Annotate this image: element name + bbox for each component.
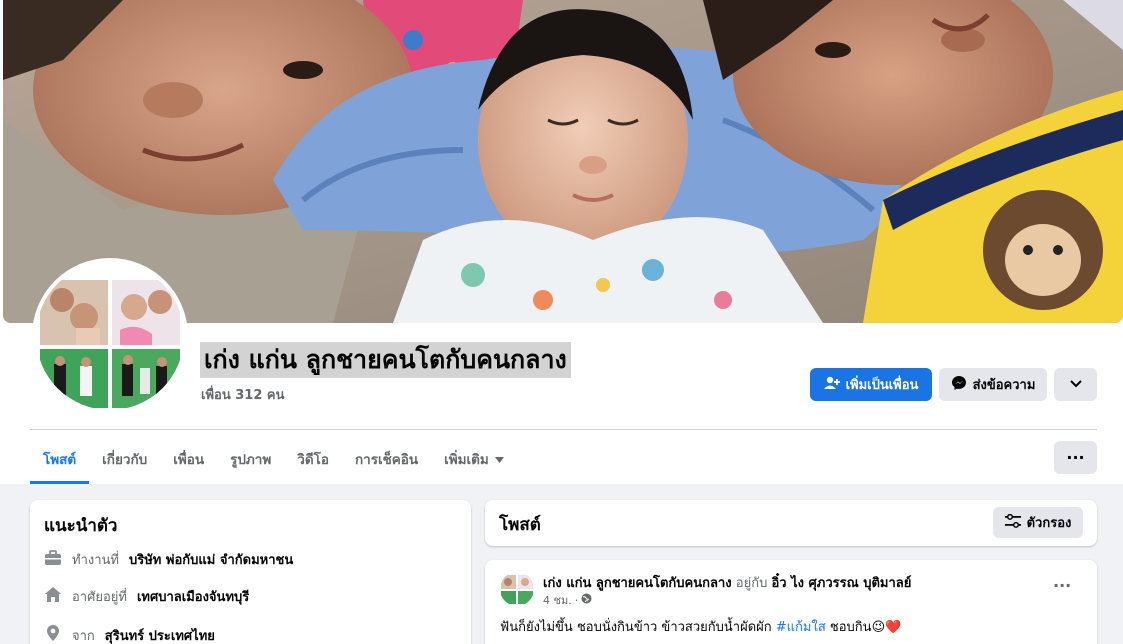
intro-lives-value[interactable]: เทศบาลเมืองจันทบุรี	[137, 586, 249, 607]
post-hashtag-link[interactable]: #แก้มใส	[776, 620, 826, 635]
profile-picture-collage	[36, 262, 184, 410]
tab-about[interactable]: เกี่ยวกับ	[89, 434, 160, 484]
location-pin-icon	[44, 624, 62, 644]
send-message-button[interactable]: ส่งข้อความ	[939, 368, 1047, 401]
tab-checkins[interactable]: การเช็คอิน	[342, 434, 431, 484]
chevron-down-icon	[1069, 377, 1082, 392]
profile-options-dropdown[interactable]	[1054, 368, 1097, 401]
intro-title: แนะนำตัว	[44, 516, 118, 536]
add-friend-icon	[823, 376, 840, 394]
tab-about-label: เกี่ยวกับ	[102, 452, 148, 468]
home-icon	[44, 586, 62, 607]
posts-header-card: โพสต์ ตัวกรอง	[485, 500, 1097, 546]
post-text-end: ชอบกิน😉❤️	[829, 620, 902, 635]
intro-card: แนะนำตัว ทำงานที่ บริษัท พ่อกับแม่ จำกัด…	[30, 500, 471, 644]
friends-count-link[interactable]: เพื่อน 312 คน	[201, 384, 284, 405]
more-options-label: ···	[1066, 448, 1085, 467]
post-with-word: อยู่กับ	[735, 576, 768, 591]
header-divider	[30, 429, 1097, 430]
filter-button[interactable]: ตัวกรอง	[993, 507, 1083, 538]
post-author-avatar[interactable]	[500, 572, 534, 606]
tab-videos[interactable]: วิดีโอ	[284, 434, 342, 484]
intro-lives-prefix: อาศัยอยู่ที่	[72, 590, 127, 605]
tab-photos[interactable]: รูปภาพ	[217, 434, 284, 484]
post-tagged-name[interactable]: อิ๋ว ไง ศุภวรรณ บุติมาลย์	[771, 576, 911, 591]
tab-more[interactable]: เพิ่มเติม	[431, 434, 517, 484]
post-meta: 4 ชม. ·	[543, 591, 592, 609]
tab-friends[interactable]: เพื่อน	[160, 434, 217, 484]
profile-tabs: โพสต์ เกี่ยวกับ เพื่อน รูปภาพ วิดีโอ การ…	[30, 434, 517, 484]
intro-work: ทำงานที่ บริษัท พ่อกับแม่ จำกัดมหาชน	[44, 549, 293, 570]
tab-videos-label: วิดีโอ	[297, 452, 329, 468]
add-friend-label: เพิ่มเป็นเพื่อน	[845, 378, 919, 393]
post-author-name[interactable]: เก่ง แก่น ลูกชายคนโตกับคนกลาง	[543, 576, 732, 591]
tab-posts[interactable]: โพสต์	[30, 434, 90, 484]
post-meta-dot: ·	[574, 593, 579, 607]
caret-down-icon	[494, 451, 504, 467]
post-header: เก่ง แก่น ลูกชายคนโตกับคนกลาง อยู่กับ อิ…	[543, 572, 911, 593]
intro-from-prefix: จาก	[72, 628, 95, 644]
intro-work-prefix: ทำงานที่	[72, 553, 119, 568]
tab-posts-label: โพสต์	[43, 452, 77, 468]
profile-picture[interactable]	[32, 258, 188, 414]
intro-from: จาก สุรินทร์ ประเทศไทย	[44, 624, 215, 644]
post-text: ฟันก็ยังไม่ขึ้น ชอบนั่งกินข้าว ข้าวสวยกั…	[500, 616, 901, 637]
send-message-label: ส่งข้อความ	[972, 378, 1036, 393]
more-options-button[interactable]: ···	[1054, 441, 1097, 474]
messenger-icon	[951, 375, 967, 395]
post-options-button[interactable]: ···	[1053, 576, 1071, 595]
filter-label: ตัวกรอง	[1026, 516, 1072, 531]
add-friend-button[interactable]: เพิ่มเป็นเพื่อน	[810, 368, 932, 401]
intro-lives: อาศัยอยู่ที่ เทศบาลเมืองจันทบุรี	[44, 586, 249, 607]
cover-photo-image	[3, 0, 1123, 323]
post-text-main: ฟันก็ยังไม่ขึ้น ชอบนั่งกินข้าว ข้าวสวยกั…	[500, 620, 772, 635]
post-card: เก่ง แก่น ลูกชายคนโตกับคนกลาง อยู่กับ อิ…	[485, 560, 1097, 644]
intro-work-value[interactable]: บริษัท พ่อกับแม่ จำกัดมหาชน	[129, 549, 293, 570]
globe-icon	[581, 593, 592, 607]
filter-sliders-icon	[1004, 513, 1021, 532]
tab-photos-label: รูปภาพ	[230, 452, 272, 468]
post-time[interactable]: 4 ชม.	[543, 591, 572, 609]
cover-photo[interactable]	[3, 0, 1123, 323]
tab-more-label: เพิ่มเติม	[444, 452, 489, 468]
posts-title: โพสต์	[499, 515, 541, 535]
post-options-label: ···	[1053, 576, 1072, 595]
tab-friends-label: เพื่อน	[173, 452, 205, 468]
briefcase-icon	[44, 549, 62, 570]
intro-from-value[interactable]: สุรินทร์ ประเทศไทย	[105, 625, 215, 644]
profile-name: เก่ง แก่น ลูกชายคนโตกับคนกลาง	[200, 342, 571, 378]
tab-checkins-label: การเช็คอิน	[354, 452, 419, 468]
